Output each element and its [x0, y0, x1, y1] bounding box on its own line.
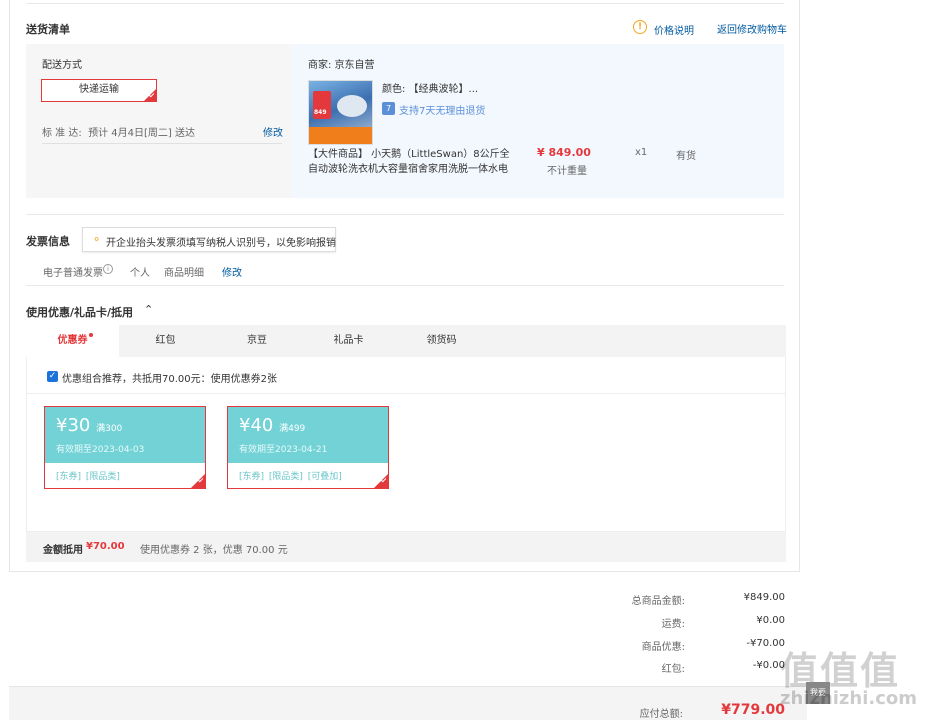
chevron-up-icon[interactable]: ⌃: [144, 303, 153, 316]
coupon-section-title[interactable]: 使用优惠/礼品卡/抵用: [26, 304, 133, 320]
coupon-amount: ¥30: [56, 415, 91, 436]
invoice-modify-link[interactable]: 修改: [222, 264, 242, 279]
new-dot-icon: [88, 333, 93, 337]
invoice-help-icon[interactable]: i: [103, 264, 113, 274]
delivery-title: 送货清单: [26, 23, 70, 36]
coupon-face: ¥30 满300 有效期至2023-04-03: [45, 407, 205, 463]
tab-jd-beans[interactable]: 京豆: [212, 325, 302, 357]
delivery-modify-link[interactable]: 修改: [263, 124, 283, 139]
goods-total-value: ¥849.00: [743, 592, 785, 603]
payable-bar: [9, 686, 807, 720]
shipping-value: ¥0.00: [756, 615, 785, 626]
coupon-condition: 满300: [96, 424, 123, 434]
coupon-amount-row: ¥30 满300: [56, 415, 122, 436]
section-divider: [26, 214, 784, 215]
stock-status: 有货: [676, 151, 696, 162]
coupon-condition: 满499: [279, 424, 306, 434]
return-policy-icon: 7: [382, 102, 395, 115]
invoice-tooltip-text: 开企业抬头发票须填写纳税人识别号，以免影响报销: [106, 238, 336, 249]
delivery-method-label: 配送方式: [42, 60, 82, 71]
recommend-checkbox[interactable]: ✓: [47, 371, 58, 382]
tab-coupons[interactable]: 优惠券: [26, 325, 119, 357]
payable-label: 应付总额:: [639, 709, 683, 720]
coupon-expiry: 有效期至2023-04-21: [239, 445, 328, 455]
discount-label: 金额抵用: [43, 545, 83, 556]
lightbulb-icon: ⚬: [92, 233, 102, 246]
invoice-type: 电子普通发票: [43, 268, 103, 279]
section-divider: [26, 285, 784, 286]
coupon-tags: [东券] [限品类] [可叠加]: [239, 472, 342, 482]
coupon-amount-row: ¥40 满499: [239, 415, 305, 436]
tab-pickup-code[interactable]: 领货码: [395, 325, 488, 357]
watermark-url: zhizhizhi.com: [780, 688, 918, 709]
invoice-holder: 个人: [130, 268, 150, 279]
return-policy-text: 支持7天无理由退货: [399, 106, 486, 117]
invoice-content: 商品明细: [164, 268, 204, 279]
discount-detail: 使用优惠券 2 张，优惠 70.00 元: [140, 545, 288, 556]
shop-name: 商家: 京东自营: [308, 60, 375, 71]
payable-amount: ¥779.00: [721, 702, 785, 718]
tab-red-packet[interactable]: 红包: [119, 325, 212, 357]
product-name-line2[interactable]: 自动波轮洗衣机大容量宿舍家用洗脱一体水电: [308, 160, 538, 175]
coupon-tags: [东券] [限品类]: [56, 472, 120, 482]
washer-drum-shape: [337, 95, 367, 117]
red-packet-value: -¥0.00: [752, 660, 785, 671]
product-discount-value: -¥70.00: [746, 638, 785, 649]
coupon-selected-check-icon: [191, 474, 205, 488]
express-delivery-label: 快递运输: [79, 84, 119, 95]
tab-gift-card[interactable]: 礼品卡: [302, 325, 395, 357]
product-thumbnail[interactable]: 849: [308, 80, 373, 145]
coupon-card[interactable]: ¥40 满499 有效期至2023-04-21 [东券] [限品类] [可叠加]: [227, 406, 389, 489]
back-to-cart-link[interactable]: 返回修改购物车: [717, 21, 787, 36]
coupon-face: ¥40 满499 有效期至2023-04-21: [228, 407, 388, 463]
tab-coupons-label: 优惠券: [57, 335, 88, 346]
weight-note: 不计重量: [547, 166, 587, 177]
coupon-expiry: 有效期至2023-04-03: [56, 445, 145, 455]
watermark-logo: 值值值: [780, 649, 901, 693]
red-packet-label: 红包:: [661, 664, 685, 675]
product-quantity: x1: [635, 147, 648, 158]
invoice-tooltip: ⚬ 开企业抬头发票须填写纳税人识别号，以免影响报销: [82, 227, 336, 252]
coupon-tabs: 优惠券 红包 京豆 礼品卡 领货码: [26, 325, 786, 357]
coupon-selected-check-icon: [374, 474, 388, 488]
product-color: 颜色: 【经典波轮】...: [382, 84, 479, 95]
standard-delivery-date: 标 准 达: 预计 4月4日[周二] 送达: [42, 128, 195, 139]
delivery-divider: [42, 143, 282, 144]
coupon-card[interactable]: ¥30 满300 有效期至2023-04-03 [东券] [限品类]: [44, 406, 206, 489]
shipping-label: 运费:: [661, 619, 685, 630]
discount-amount: ¥70.00: [86, 541, 125, 552]
top-divider: [26, 3, 784, 4]
coupon-divider: [27, 393, 785, 394]
selected-check-icon: [144, 89, 156, 101]
price-note-link[interactable]: 价格说明: [654, 22, 694, 37]
coupon-amount: ¥40: [239, 415, 274, 436]
thumbnail-banner: [309, 127, 372, 144]
recommend-text: 优惠组合推荐，共抵用70.00元：使用优惠券2张: [62, 374, 277, 385]
thumbnail-price-text: 849: [314, 109, 327, 116]
product-price: ¥ 849.00: [537, 146, 591, 159]
product-discount-label: 商品优惠:: [641, 642, 685, 653]
invoice-title: 发票信息: [26, 235, 70, 248]
info-icon: !: [633, 20, 647, 34]
express-delivery-option[interactable]: 快递运输: [41, 79, 157, 102]
goods-total-label: 总商品金额:: [631, 596, 685, 607]
product-name-line1[interactable]: 【大件商品】 小天鹅（LittleSwan）8公斤全: [308, 145, 538, 160]
